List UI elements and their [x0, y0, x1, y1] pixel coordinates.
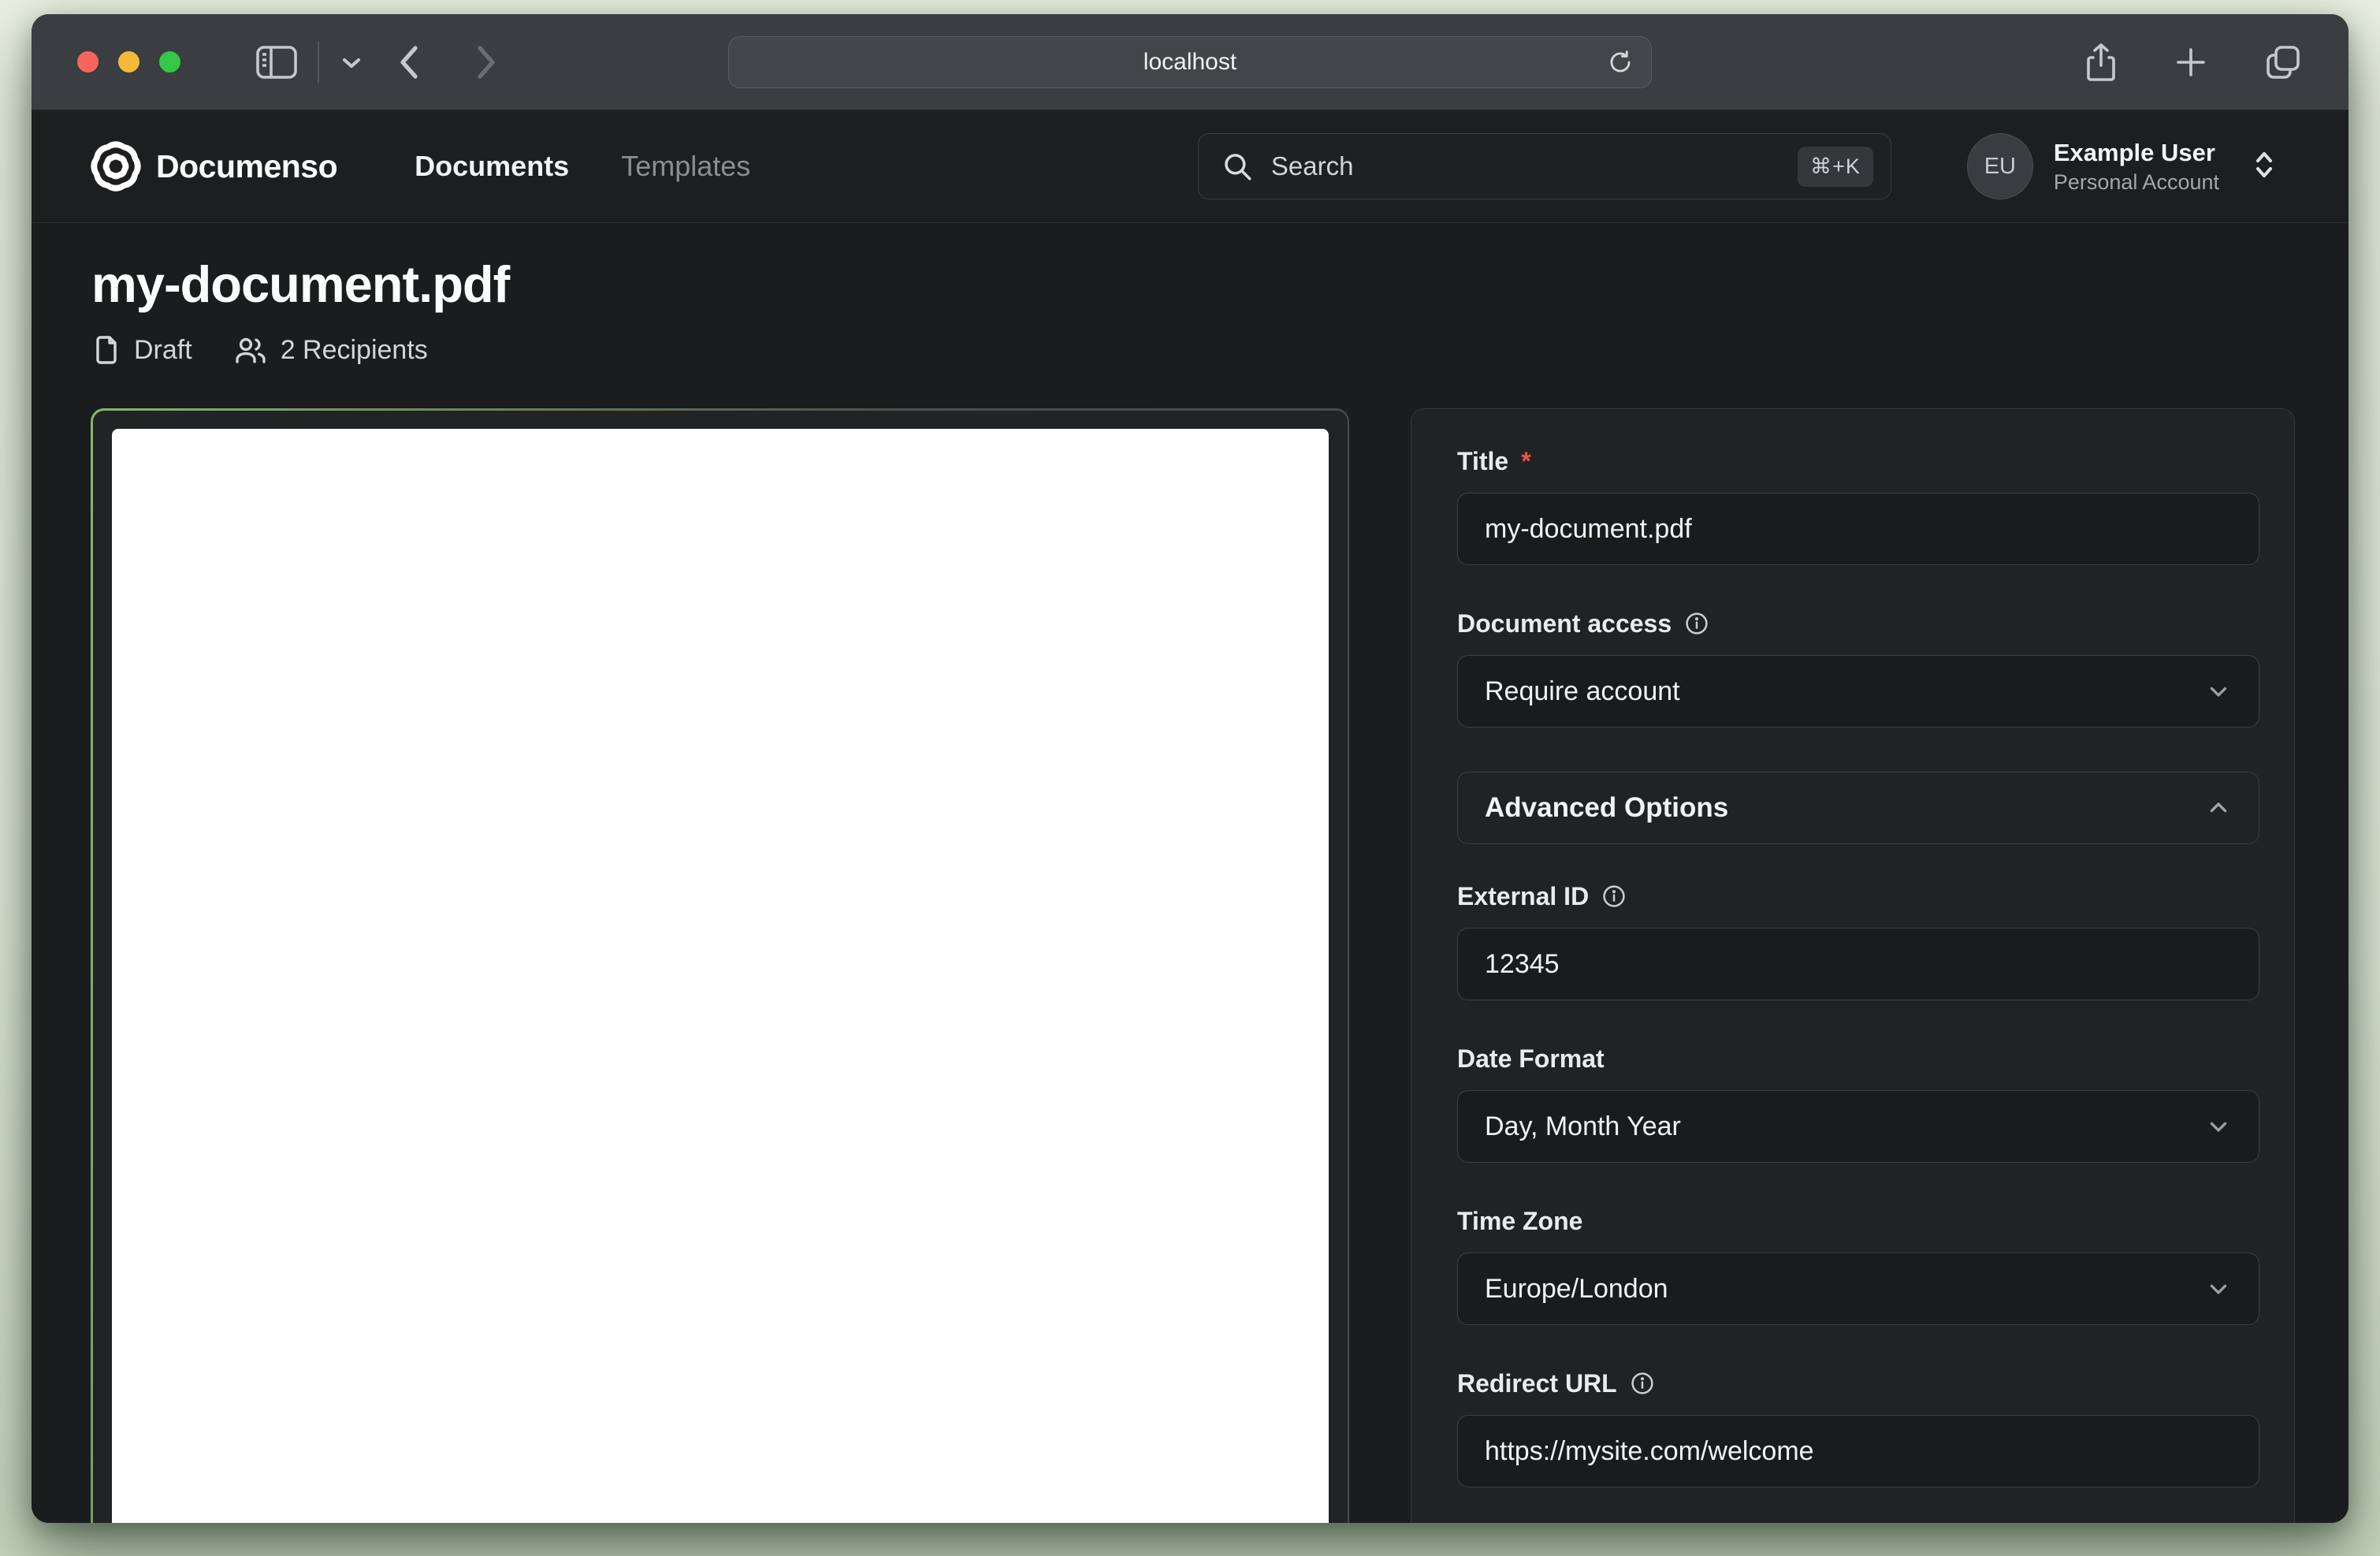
redirect-url-field: Redirect URL — [1457, 1369, 2259, 1487]
time-zone-field: Time Zone Europe/London — [1457, 1207, 2259, 1325]
chevrons-up-down-icon — [2251, 149, 2278, 184]
account-type: Personal Account — [2054, 170, 2219, 195]
title-field: Title * — [1457, 447, 2259, 565]
app-content: Documenso Documents Templates ⌘+K EU Exa… — [32, 110, 2348, 1523]
time-zone-select[interactable]: Europe/London — [1457, 1253, 2259, 1325]
minimize-window-button[interactable] — [118, 51, 139, 73]
reload-icon[interactable] — [1605, 47, 1635, 77]
external-id-label: External ID — [1457, 882, 1589, 910]
document-access-select[interactable]: Require account — [1457, 655, 2259, 728]
chevron-down-icon — [2205, 1275, 2232, 1302]
chevron-down-icon — [2205, 678, 2232, 705]
avatar: EU — [1967, 133, 2033, 199]
required-asterisk: * — [1521, 447, 1530, 475]
traffic-lights — [77, 51, 180, 73]
recipients-badge: 2 Recipients — [233, 334, 428, 366]
pdf-page — [112, 429, 1329, 1524]
sidebar-menu-chevron-icon[interactable] — [340, 54, 363, 70]
users-icon — [233, 334, 268, 366]
forward-button[interactable] — [474, 42, 500, 83]
back-button[interactable] — [395, 42, 422, 83]
browser-toolbar: localhost — [32, 14, 2348, 110]
main-nav: Documents Templates — [415, 150, 750, 183]
recipients-text: 2 Recipients — [281, 335, 428, 366]
search-shortcut-badge: ⌘+K — [1798, 147, 1873, 187]
account-name: Example User — [2054, 139, 2219, 167]
nav-templates[interactable]: Templates — [621, 150, 750, 183]
document-access-value: Require account — [1485, 676, 1680, 707]
tab-overview-icon[interactable] — [2263, 43, 2303, 82]
redirect-url-input[interactable] — [1457, 1415, 2259, 1487]
close-window-button[interactable] — [77, 51, 99, 73]
chevron-up-icon — [2205, 795, 2232, 821]
date-format-select[interactable]: Day, Month Year — [1457, 1090, 2259, 1163]
info-icon[interactable] — [1684, 611, 1709, 636]
advanced-options-label: Advanced Options — [1485, 792, 1728, 824]
status-badge: Draft — [91, 334, 192, 366]
browser-window: localhost — [32, 14, 2348, 1523]
document-access-field: Document access Require account — [1457, 609, 2259, 728]
page-title: my-document.pdf — [91, 255, 2289, 314]
info-icon[interactable] — [1601, 884, 1627, 909]
redirect-url-label: Redirect URL — [1457, 1369, 1617, 1398]
account-menu[interactable]: EU Example User Personal Account — [1967, 133, 2278, 199]
url-text: localhost — [1144, 49, 1236, 76]
new-tab-icon[interactable] — [2172, 43, 2210, 81]
brand-name: Documenso — [156, 148, 337, 185]
search-input[interactable] — [1271, 151, 1780, 181]
app-header: Documenso Documents Templates ⌘+K EU Exa… — [32, 110, 2348, 223]
search-icon — [1221, 150, 1254, 183]
external-id-input[interactable] — [1457, 928, 2259, 1000]
date-format-label: Date Format — [1457, 1044, 1605, 1073]
page-head: my-document.pdf Draft 2 — [32, 223, 2348, 366]
zoom-window-button[interactable] — [159, 51, 180, 73]
file-icon — [91, 334, 121, 366]
documenso-logo-icon — [93, 143, 139, 189]
date-format-value: Day, Month Year — [1485, 1111, 1681, 1142]
toolbar-divider — [318, 42, 319, 83]
info-icon[interactable] — [1630, 1371, 1655, 1396]
document-access-label: Document access — [1457, 609, 1672, 638]
date-format-field: Date Format Day, Month Year — [1457, 1044, 2259, 1163]
external-id-field: External ID — [1457, 882, 2259, 1000]
advanced-options-toggle[interactable]: Advanced Options — [1457, 772, 2259, 844]
title-input[interactable] — [1457, 493, 2259, 565]
share-icon[interactable] — [2084, 42, 2118, 83]
document-settings-panel: Title * Document access — [1411, 408, 2295, 1523]
status-text: Draft — [134, 335, 192, 366]
nav-documents[interactable]: Documents — [415, 150, 569, 183]
search-box[interactable]: ⌘+K — [1198, 133, 1891, 199]
address-bar[interactable]: localhost — [728, 36, 1652, 88]
brand[interactable]: Documenso — [93, 143, 337, 189]
sidebar-toggle-icon[interactable] — [256, 46, 297, 79]
content: Title * Document access — [32, 366, 2348, 1523]
document-viewer-card — [91, 408, 1349, 1523]
chevron-down-icon — [2205, 1113, 2232, 1140]
title-label: Title — [1457, 447, 1508, 475]
time-zone-value: Europe/London — [1485, 1274, 1668, 1305]
time-zone-label: Time Zone — [1457, 1207, 1582, 1235]
